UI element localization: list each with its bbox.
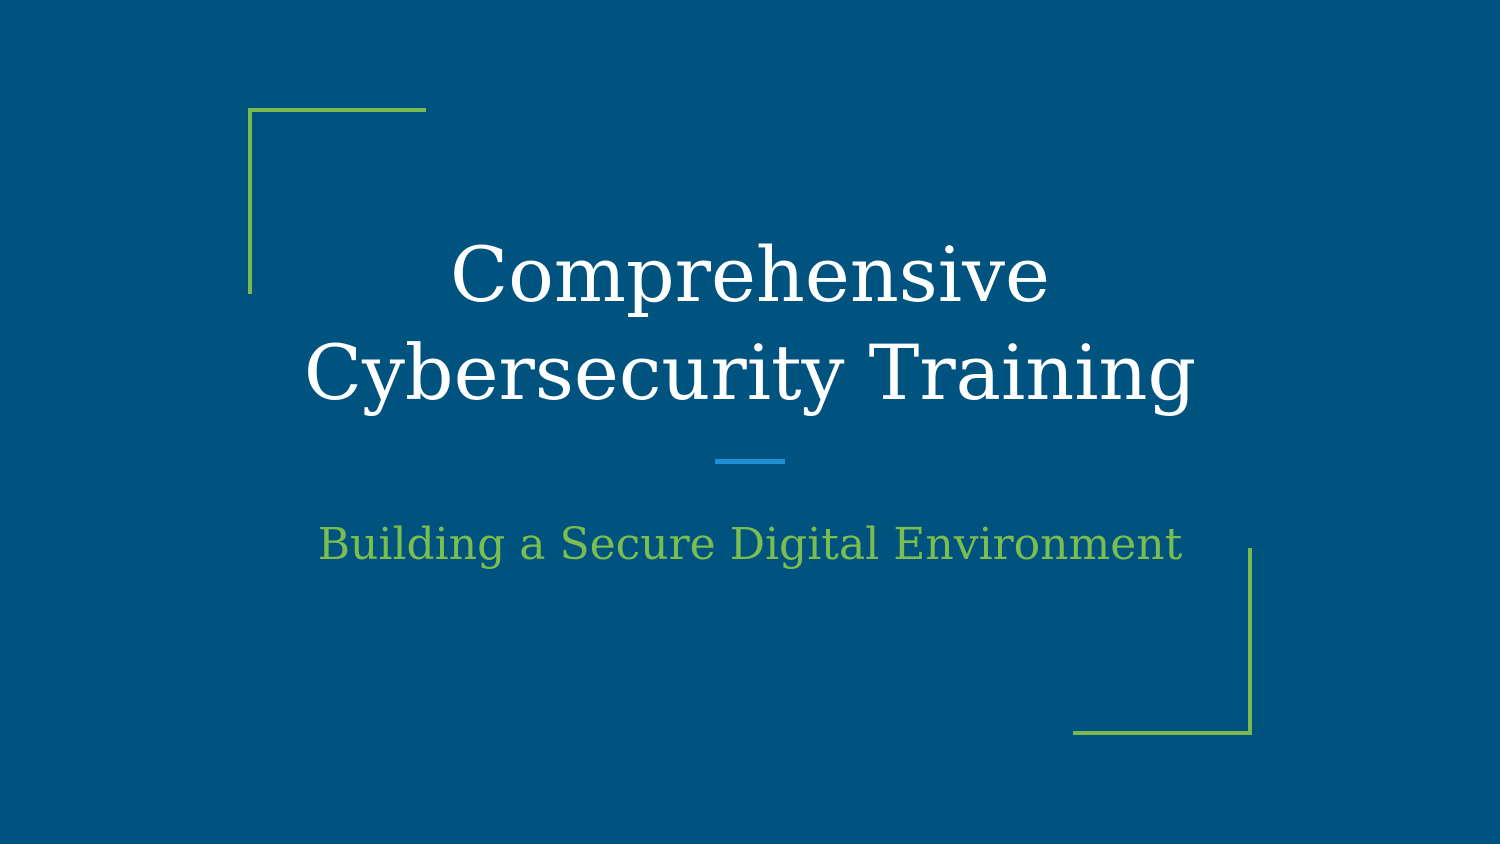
slide-title-line-1: Comprehensive: [449, 230, 1051, 319]
slide-title: Comprehensive Cybersecurity Training: [150, 226, 1350, 422]
presentation-slide: Comprehensive Cybersecurity Training Bui…: [0, 0, 1500, 844]
bottom-right-corner-accent: [1073, 548, 1252, 735]
slide-title-line-2: Cybersecurity Training: [303, 328, 1197, 417]
title-divider: [715, 459, 785, 464]
